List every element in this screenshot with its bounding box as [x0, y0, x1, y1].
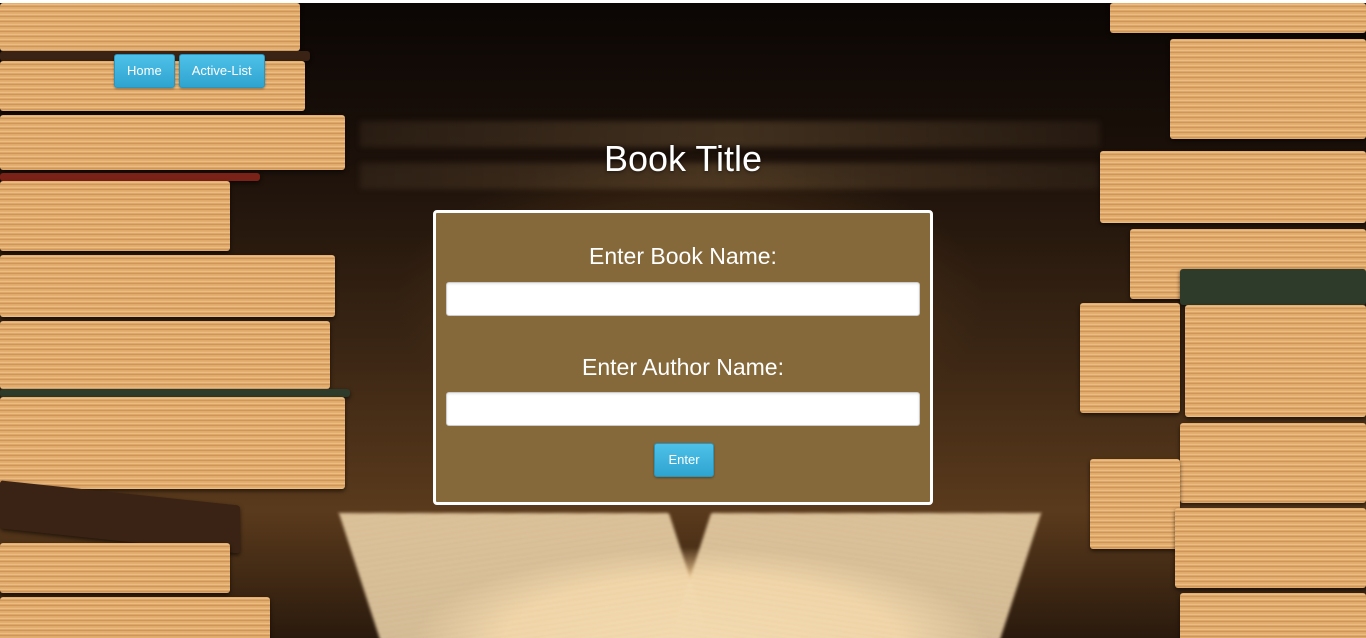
- book: [1175, 508, 1366, 588]
- book: [1180, 423, 1366, 503]
- book: [0, 543, 230, 593]
- book: [0, 3, 300, 51]
- book: [1090, 459, 1180, 549]
- book: [0, 321, 330, 389]
- author-name-label: Enter Author Name:: [582, 354, 784, 380]
- book: [0, 181, 230, 251]
- add-book-form: Enter Book Name: Enter Author Name: Ente…: [433, 210, 933, 505]
- book: [0, 389, 350, 397]
- book: [1080, 303, 1180, 413]
- book: [0, 397, 345, 489]
- book: [1180, 593, 1366, 638]
- book: [1110, 3, 1366, 33]
- open-book-page: [338, 513, 712, 638]
- top-nav: Home Active-List: [114, 54, 265, 88]
- book: [1185, 305, 1366, 417]
- home-button[interactable]: Home: [114, 54, 175, 88]
- active-list-button[interactable]: Active-List: [178, 54, 265, 88]
- book: [1180, 269, 1366, 305]
- open-book-page: [668, 513, 1042, 638]
- enter-button[interactable]: Enter: [654, 443, 714, 477]
- page-title: Book Title: [603, 138, 763, 179]
- book: [1170, 39, 1366, 139]
- book-name-input[interactable]: [446, 282, 920, 316]
- book: [0, 597, 270, 638]
- book-name-label: Enter Book Name:: [589, 243, 777, 269]
- book: [0, 255, 335, 317]
- author-name-input[interactable]: [446, 392, 920, 426]
